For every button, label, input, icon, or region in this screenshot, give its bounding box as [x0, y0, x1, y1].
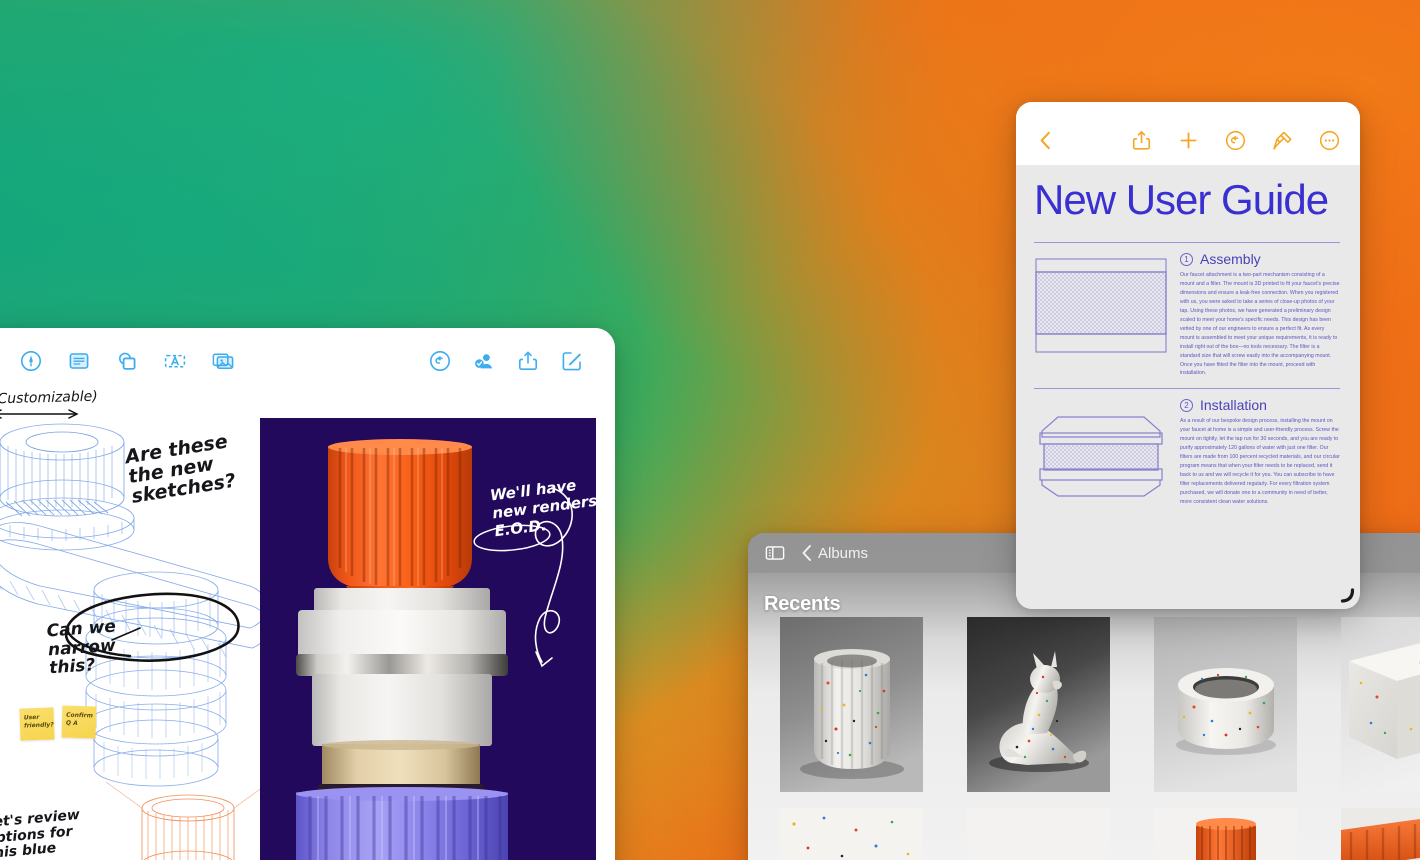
orange-wireframe-sketch	[105, 781, 271, 860]
shapes-icon[interactable]	[114, 348, 140, 374]
annotation-narrow: Can we narrow this?	[46, 616, 117, 679]
note-divider-2	[1034, 388, 1340, 390]
note-title: New User Guide	[1034, 176, 1329, 223]
chevron-left-icon	[802, 545, 811, 561]
share-icon[interactable]	[1128, 127, 1154, 153]
photo-faucet-mount[interactable]	[967, 808, 1110, 860]
photos-back-button[interactable]: Albums	[800, 544, 868, 562]
freeform-canvas[interactable]: (Customizable) Are these the new sketche…	[0, 380, 615, 860]
notes-window[interactable]: New User Guide 1 Assembly Our faucet att…	[1016, 102, 1360, 609]
sidebar-icon[interactable]	[764, 542, 786, 564]
freeform-toolbar	[0, 328, 615, 380]
undo-icon[interactable]	[427, 348, 453, 374]
photo-ring-vessel[interactable]	[1154, 617, 1297, 792]
text-box-icon[interactable]	[162, 348, 188, 374]
note-section-text: 1 Assembly Our faucet attachment is a tw…	[1180, 251, 1340, 378]
photo-orange-detail[interactable]	[1341, 808, 1420, 860]
photo-fluted-cup[interactable]	[780, 617, 923, 792]
chevron-left-icon[interactable]	[1032, 127, 1058, 153]
photos-back-label: Albums	[818, 544, 869, 562]
photos-grid[interactable]	[780, 617, 1420, 860]
pen-icon[interactable]	[18, 348, 44, 374]
photo-dog-figurine[interactable]	[967, 617, 1110, 792]
resize-handle-icon[interactable]	[1338, 587, 1356, 605]
photo-speckled-block[interactable]	[1341, 617, 1420, 792]
note-section-heading: 2 Installation	[1180, 397, 1340, 413]
share-icon[interactable]	[515, 348, 541, 374]
dimension-arrow	[0, 409, 79, 419]
notes-content[interactable]: New User Guide 1 Assembly Our faucet att…	[1016, 165, 1360, 609]
freeform-window[interactable]: (Customizable) Are these the new sketche…	[0, 328, 615, 860]
section-number: 2	[1180, 398, 1193, 412]
note-divider	[1034, 242, 1340, 244]
mesh-filter-diagram	[1034, 251, 1168, 378]
section-title: Assembly	[1200, 251, 1261, 268]
media-icon[interactable]	[210, 348, 236, 374]
note-section-assembly: 1 Assembly Our faucet attachment is a tw…	[1034, 251, 1340, 378]
sticky-note-confirm-qa[interactable]: Confirm Q A	[61, 705, 97, 739]
photo-faucet-stack[interactable]	[1154, 808, 1297, 860]
sticky-note-icon[interactable]	[66, 348, 92, 374]
annotation-customizable: (Customizable)	[0, 388, 98, 408]
section-number: 1	[1180, 252, 1193, 266]
more-icon[interactable]	[1316, 127, 1342, 153]
octagonal-filter-diagram	[1034, 397, 1168, 506]
markup-brush-icon[interactable]	[1269, 127, 1295, 153]
annotation-review-blue: Let's review options for this blue	[0, 806, 81, 860]
note-section-text: 2 Installation As a result of our bespok…	[1180, 397, 1340, 506]
product-render[interactable]: We'll have new renders E.O.D.	[260, 418, 596, 860]
photo-speckled-texture[interactable]	[780, 808, 923, 860]
section-title: Installation	[1200, 397, 1267, 414]
desktop: (Customizable) Are these the new sketche…	[0, 0, 1420, 860]
freeform-tools-right	[427, 348, 585, 374]
notes-actions	[1128, 127, 1342, 153]
section-body: As a result of our bespoke design proces…	[1180, 418, 1340, 505]
notes-toolbar	[1016, 102, 1360, 165]
compose-icon[interactable]	[559, 348, 585, 374]
sticky-note-user-friendly[interactable]: User friendly?	[19, 707, 55, 741]
plus-icon[interactable]	[1175, 127, 1201, 153]
section-body: Our faucet attachment is a two-part mech…	[1180, 272, 1340, 377]
note-section-installation: 2 Installation As a result of our bespok…	[1034, 397, 1340, 506]
note-section-heading: 1 Assembly	[1180, 251, 1340, 267]
collaborate-icon[interactable]	[471, 348, 497, 374]
photos-section-title: Recents	[764, 593, 841, 615]
undo-icon[interactable]	[1222, 127, 1248, 153]
photos-content[interactable]: Recents	[748, 573, 1420, 860]
freeform-tools-left	[18, 348, 236, 374]
